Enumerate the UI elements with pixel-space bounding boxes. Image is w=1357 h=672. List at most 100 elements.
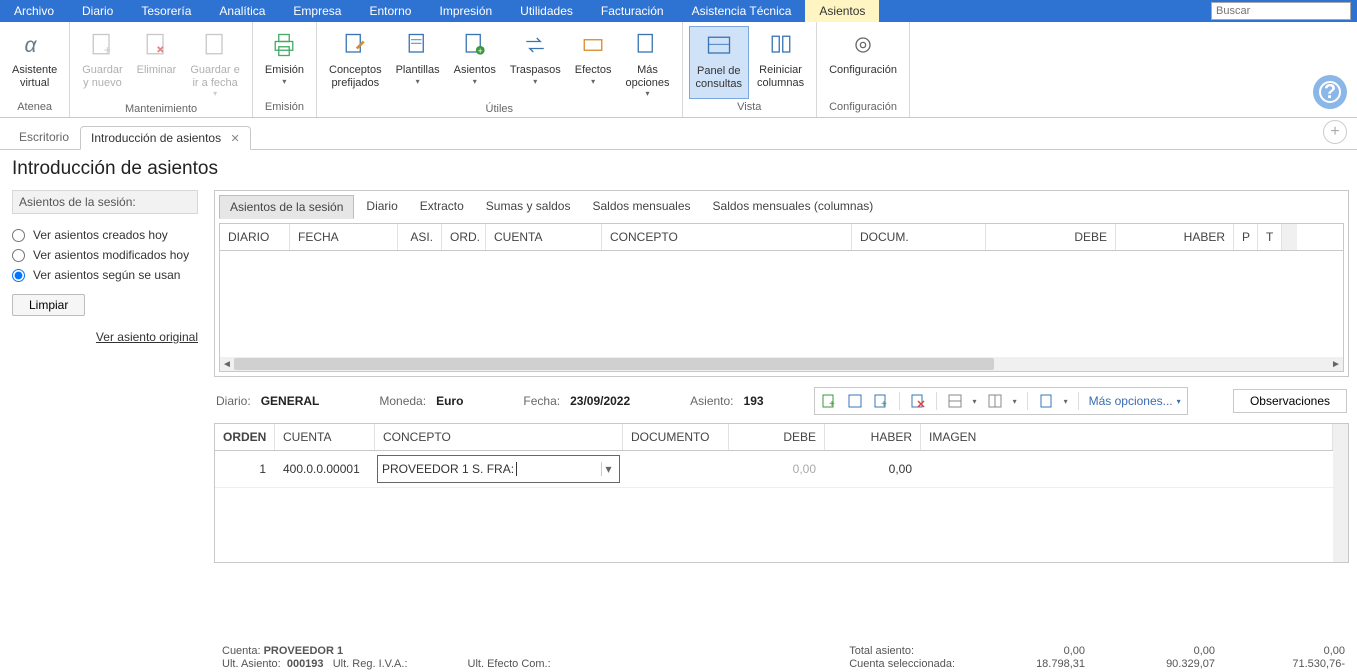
col-concepto[interactable]: CONCEPTO	[602, 224, 852, 250]
conceptos-prefijados-button[interactable]: Conceptos prefijados	[323, 26, 388, 101]
ribbon: α Asistente virtual Atenea + Guardar y n…	[0, 22, 1357, 118]
group-utiles-label: Útiles	[323, 101, 676, 117]
limpiar-button[interactable]: Limpiar	[12, 294, 85, 316]
horizontal-scrollbar[interactable]: ◄ ►	[220, 357, 1343, 371]
tool-new-icon[interactable]: +	[873, 393, 889, 409]
innertab-sumas[interactable]: Sumas y saldos	[476, 195, 581, 219]
menu-asistencia[interactable]: Asistencia Técnica	[678, 0, 806, 22]
asiento-label: Asiento:	[690, 394, 733, 408]
moneda-label: Moneda:	[379, 394, 426, 408]
mas-opciones-button[interactable]: Más opciones▾	[619, 26, 675, 101]
content-area: Asientos de la sesión Diario Extracto Su…	[210, 190, 1357, 672]
menu-impresion[interactable]: Impresión	[425, 0, 506, 22]
cell-haber[interactable]: 0,00	[825, 456, 921, 482]
innertab-sesion[interactable]: Asientos de la sesión	[219, 195, 354, 219]
reiniciar-columnas-button[interactable]: Reiniciar columnas	[751, 26, 810, 99]
scroll-right-icon[interactable]: ►	[1329, 359, 1343, 370]
menu-facturacion[interactable]: Facturación	[587, 0, 678, 22]
col-ord[interactable]: ORD.	[442, 224, 486, 250]
innertab-saldos-columnas[interactable]: Saldos mensuales (columnas)	[703, 195, 884, 219]
col-docum[interactable]: DOCUM.	[852, 224, 986, 250]
configuracion-button[interactable]: Configuración	[823, 26, 903, 99]
add-tab-button[interactable]: +	[1323, 120, 1347, 144]
help-icon[interactable]: ?	[1313, 75, 1347, 109]
scroll-thumb[interactable]	[234, 358, 994, 370]
col-asi[interactable]: ASI.	[398, 224, 442, 250]
chevron-down-icon[interactable]: ▾	[601, 462, 615, 476]
col2-haber[interactable]: HABER	[825, 424, 921, 450]
svg-text:+: +	[881, 399, 887, 409]
concepto-input[interactable]: PROVEEDOR 1 S. FRA: ▾	[377, 455, 620, 483]
svg-text:α: α	[24, 34, 37, 57]
observaciones-button[interactable]: Observaciones	[1233, 389, 1347, 413]
col-fecha[interactable]: FECHA	[290, 224, 398, 250]
menu-asientos[interactable]: Asientos	[805, 0, 879, 22]
menu-diario[interactable]: Diario	[68, 0, 127, 22]
plantillas-button[interactable]: Plantillas▾	[390, 26, 446, 101]
footer-cuenta-value: PROVEEDOR 1	[264, 645, 343, 657]
menu-empresa[interactable]: Empresa	[279, 0, 355, 22]
scroll-left-icon[interactable]: ◄	[220, 359, 234, 370]
tool-add-icon[interactable]: +	[821, 393, 837, 409]
close-icon[interactable]: ✕	[230, 133, 239, 145]
footer-sel-3: 71.530,76-	[1215, 658, 1345, 670]
col2-imagen[interactable]: IMAGEN	[921, 424, 1333, 450]
cell-cuenta[interactable]: 400.0.0.00001	[275, 456, 375, 482]
table-row[interactable]: 1 400.0.0.00001 PROVEEDOR 1 S. FRA: ▾ 0,…	[215, 451, 1333, 488]
entry-toolbar: + + ▾ ▾ ▾ Más opciones...▾	[814, 387, 1188, 415]
group-atenea-label: Atenea	[6, 99, 63, 115]
asientos-button[interactable]: + Asientos▾	[448, 26, 502, 101]
radio-segun-se-usan[interactable]: Ver asientos según se usan	[12, 268, 198, 282]
template-icon	[402, 29, 434, 61]
menu-utilidades[interactable]: Utilidades	[506, 0, 587, 22]
entry-grid: ORDEN CUENTA CONCEPTO DOCUMENTO DEBE HAB…	[214, 423, 1349, 563]
innertab-saldos-mensuales[interactable]: Saldos mensuales	[582, 195, 700, 219]
col-haber[interactable]: HABER	[1116, 224, 1234, 250]
efectos-button[interactable]: Efectos▾	[569, 26, 618, 101]
search-input[interactable]	[1211, 2, 1351, 20]
group-vista-label: Vista	[689, 99, 811, 115]
mas-opciones-link[interactable]: Más opciones...▾	[1089, 394, 1181, 408]
col2-cuenta[interactable]: CUENTA	[275, 424, 375, 450]
col2-debe[interactable]: DEBE	[729, 424, 825, 450]
svg-text:+: +	[829, 399, 835, 409]
traspasos-button[interactable]: Traspasos▾	[504, 26, 567, 101]
tool-grid2-icon[interactable]	[987, 393, 1003, 409]
cell-imagen[interactable]	[921, 463, 1333, 475]
col-p[interactable]: P	[1234, 224, 1258, 250]
col2-concepto[interactable]: CONCEPTO	[375, 424, 623, 450]
col-debe[interactable]: DEBE	[986, 224, 1116, 250]
col-diario[interactable]: DIARIO	[220, 224, 290, 250]
entry-grid-body[interactable]	[215, 488, 1333, 562]
asistente-virtual-button[interactable]: α Asistente virtual	[6, 26, 63, 99]
tool-doc-icon[interactable]	[1038, 393, 1054, 409]
radio-modificados-hoy[interactable]: Ver asientos modificados hoy	[12, 248, 198, 262]
session-grid-body[interactable]	[220, 251, 1343, 357]
menu-entorno[interactable]: Entorno	[355, 0, 425, 22]
panel-consultas-button[interactable]: Panel de consultas	[689, 26, 749, 99]
col-cuenta[interactable]: CUENTA	[486, 224, 602, 250]
cell-debe[interactable]: 0,00	[729, 456, 825, 482]
innertab-extracto[interactable]: Extracto	[410, 195, 474, 219]
footer-cuenta-label: Cuenta:	[222, 645, 261, 657]
tool-save-icon[interactable]	[847, 393, 863, 409]
col2-documento[interactable]: DOCUMENTO	[623, 424, 729, 450]
menu-analitica[interactable]: Analítica	[205, 0, 279, 22]
tab-introduccion[interactable]: Introducción de asientos ✕	[80, 126, 251, 150]
session-grid-header: DIARIO FECHA ASI. ORD. CUENTA CONCEPTO D…	[220, 224, 1343, 251]
innertab-diario[interactable]: Diario	[356, 195, 407, 219]
tool-delete-icon[interactable]	[910, 393, 926, 409]
menu-archivo[interactable]: Archivo	[0, 0, 68, 22]
cell-documento[interactable]	[623, 463, 729, 475]
radio-creados-hoy[interactable]: Ver asientos creados hoy	[12, 228, 198, 242]
menu-tesoreria[interactable]: Tesorería	[127, 0, 205, 22]
col2-orden[interactable]: ORDEN	[215, 424, 275, 450]
page-title: Introducción de asientos	[0, 150, 1357, 190]
vertical-scrollbar[interactable]	[1333, 424, 1348, 562]
ver-asiento-original-link[interactable]: Ver asiento original	[12, 330, 198, 344]
col-t[interactable]: T	[1258, 224, 1282, 250]
document-add-icon: +	[459, 29, 491, 61]
emision-button[interactable]: Emisión▾	[259, 26, 310, 99]
tool-grid1-icon[interactable]	[947, 393, 963, 409]
tab-escritorio[interactable]: Escritorio	[8, 125, 80, 149]
